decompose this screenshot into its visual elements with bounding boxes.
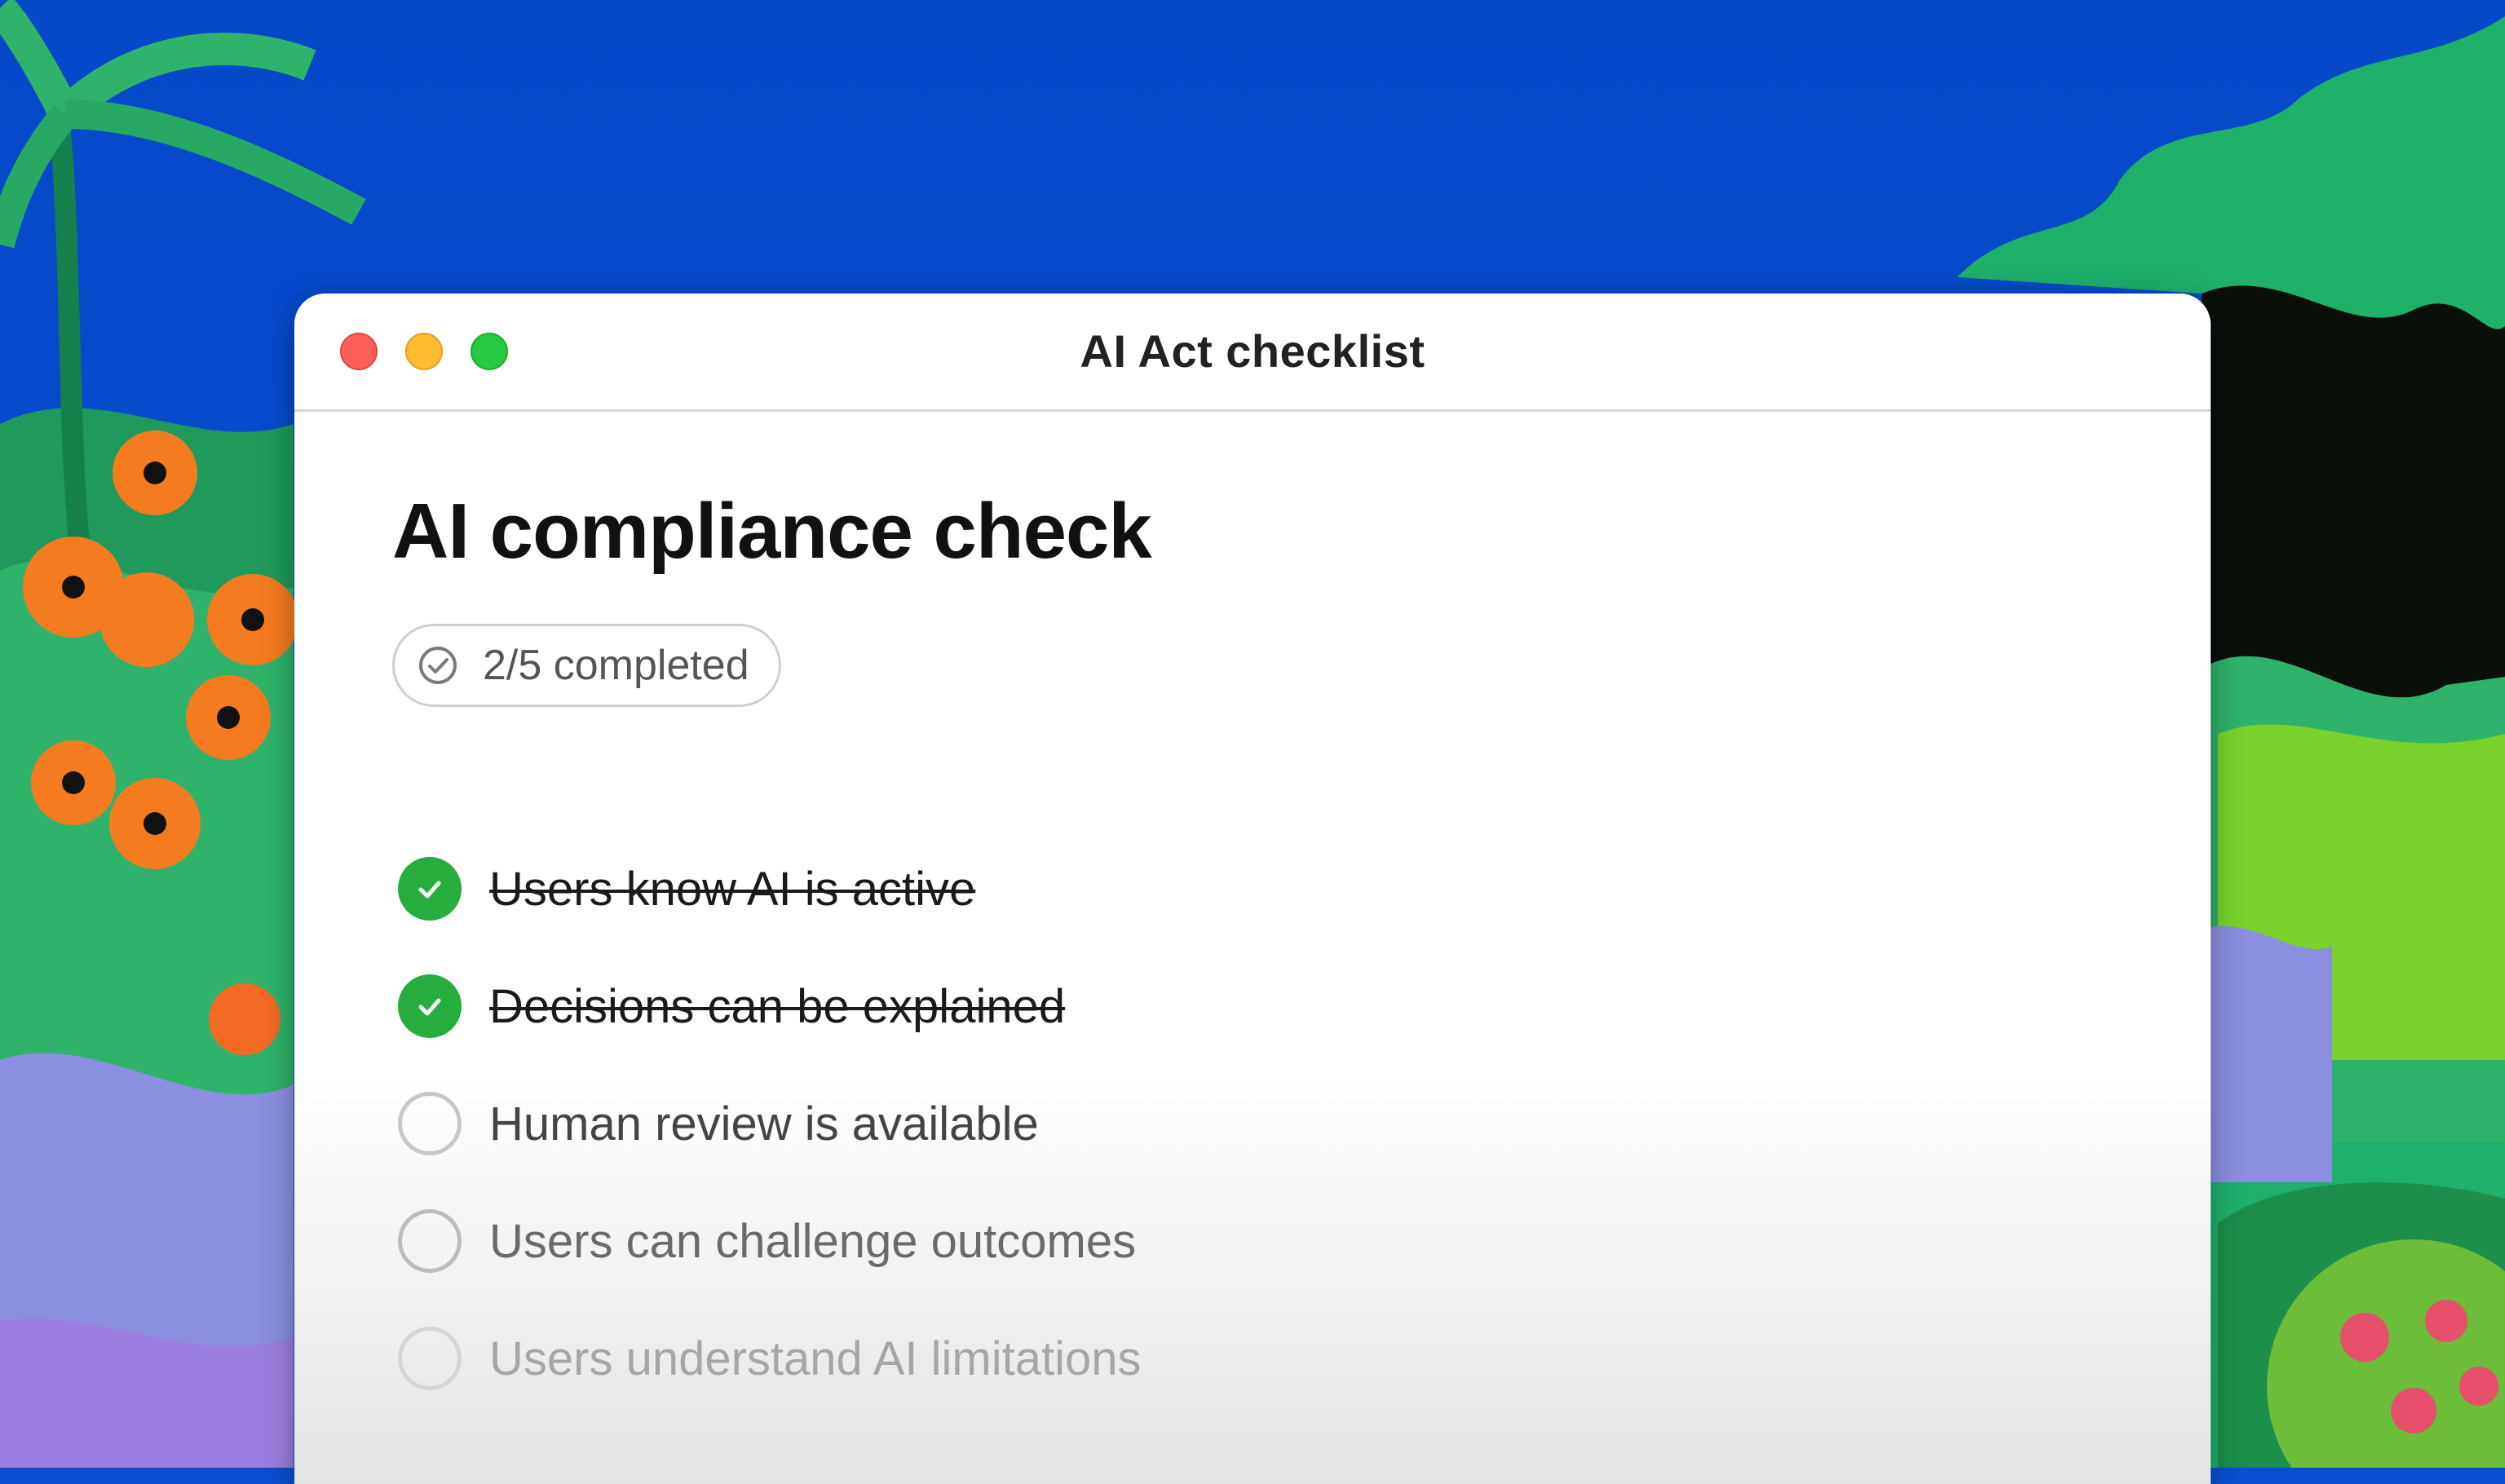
checklist-item[interactable]: Users know AI is active <box>398 830 1141 947</box>
checklist-item-label: Users know AI is active <box>489 862 976 916</box>
window-titlebar[interactable]: AI Act checklist <box>294 294 2211 412</box>
checklist-item[interactable]: Human review is available <box>398 1065 1141 1182</box>
check-circle-outline-icon <box>418 645 458 686</box>
checkbox-unchecked[interactable] <box>398 1092 462 1155</box>
checklist-item[interactable]: Users understand AI limitations <box>398 1300 1141 1417</box>
checklist-item[interactable]: Users can challenge outcomes <box>398 1182 1141 1300</box>
checkmark-icon <box>418 881 441 899</box>
progress-label: 2/5 completed <box>483 642 749 689</box>
page-title: AI compliance check <box>392 488 1152 575</box>
progress-badge: 2/5 completed <box>392 624 781 707</box>
checklist-content: AI compliance check 2/5 completed Users … <box>294 412 2211 1484</box>
app-window: AI Act checklist AI compliance check 2/5… <box>294 294 2211 1484</box>
checkbox-unchecked[interactable] <box>398 1209 462 1273</box>
checkbox-checked[interactable] <box>398 857 462 921</box>
checklist-item-label: Human review is available <box>489 1097 1039 1151</box>
checklist-item-label: Users can challenge outcomes <box>489 1214 1137 1268</box>
checkmark-icon <box>418 998 441 1016</box>
checklist-item-label: Decisions can be explained <box>489 979 1066 1033</box>
checkbox-checked[interactable] <box>398 974 462 1038</box>
window-title: AI Act checklist <box>1080 325 1425 377</box>
checklist: Users know AI is active Decisions can be… <box>398 830 1141 1417</box>
checklist-item[interactable]: Decisions can be explained <box>398 947 1141 1065</box>
checklist-item-label: Users understand AI limitations <box>489 1332 1142 1385</box>
checkbox-unchecked[interactable] <box>398 1327 462 1390</box>
